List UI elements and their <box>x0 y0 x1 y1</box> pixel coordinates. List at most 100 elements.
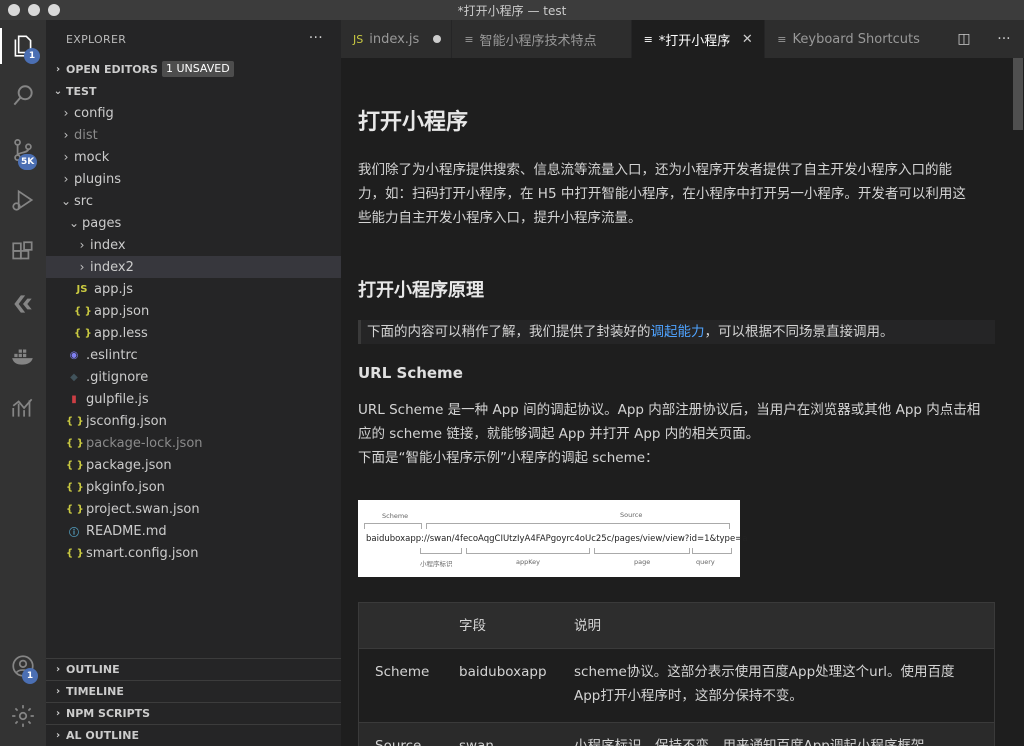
scheme-diagram-image: Scheme Source baiduboxapp://swan/4fecoAq… <box>358 500 748 577</box>
json-file-icon: { } <box>66 437 84 449</box>
workspace-section[interactable]: ⌄ TEST <box>46 80 341 102</box>
table-cell: 小程序标识，保持不变，用来通知百度App调起小程序框架 <box>574 738 925 746</box>
open-editors-section[interactable]: › OPEN EDITORS 1 UNSAVED <box>46 58 341 80</box>
chevron-right-icon: › <box>55 63 61 75</box>
chevron-right-icon: › <box>79 260 85 274</box>
run-debug-icon[interactable] <box>0 180 46 220</box>
appkey-label: appKey <box>516 558 541 566</box>
editor-tab[interactable]: JS index.js <box>341 20 453 58</box>
section-label: NPM SCRIPTS <box>66 707 151 720</box>
tree-file[interactable]: ◆ .gitignore <box>46 366 341 388</box>
tree-folder[interactable]: › index2 <box>46 256 341 278</box>
kendo-icon[interactable] <box>0 284 46 324</box>
intro-line: 力，如：扫码打开小程序，在 H5 中打开智能小程序，在小程序中打开另一小程序。开… <box>358 186 966 202</box>
table-cell: Source <box>375 738 422 746</box>
source-control-icon[interactable]: 5K <box>0 130 46 170</box>
invoke-ability-link[interactable]: 调起能力 <box>651 324 705 340</box>
tree-file[interactable]: { } package-lock.json <box>46 432 341 454</box>
tree-item-label: pkginfo.json <box>86 479 165 495</box>
tree-file[interactable]: ▮ gulpfile.js <box>46 388 341 410</box>
editor-actions: ◫ ··· <box>944 20 1024 58</box>
tree-file[interactable]: ⓘ README.md <box>46 520 341 542</box>
scheme-url: baiduboxapp://swan/4fecoAqgCIUtzIyA4FAPg… <box>366 534 748 544</box>
tree-item-label: .gitignore <box>86 369 149 385</box>
tree-file[interactable]: { } jsconfig.json <box>46 410 341 432</box>
json-file-icon: { } <box>74 305 92 317</box>
tree-file[interactable]: ◉ .eslintrc <box>46 344 341 366</box>
section-al-outline[interactable]: › AL OUTLINE <box>46 724 341 746</box>
tree-item-label: plugins <box>74 171 121 187</box>
more-actions-icon[interactable]: ··· <box>997 31 1010 47</box>
account-icon[interactable]: 1 <box>0 646 46 686</box>
tree-folder[interactable]: › mock <box>46 146 341 168</box>
window-title: *打开小程序 — test <box>457 4 567 18</box>
table-header-cell: 字段 <box>459 618 486 634</box>
scrollbar-thumb[interactable] <box>1013 58 1023 130</box>
editor-tab[interactable]: ≡ Keyboard Shortcuts <box>765 20 955 58</box>
tree-item-label: pages <box>82 215 122 231</box>
section-heading: 打开小程序原理 <box>358 280 484 301</box>
search-icon[interactable] <box>0 76 46 116</box>
tree-folder[interactable]: › config <box>46 102 341 124</box>
explorer-more-actions-icon[interactable]: ··· <box>309 30 323 46</box>
tree-item-label: index <box>90 237 126 253</box>
editor-tab[interactable]: ≡ 智能小程序技术特点 <box>452 20 632 58</box>
page-label: page <box>634 558 651 566</box>
json-file-icon: { } <box>66 547 84 559</box>
tree-item-label: app.less <box>94 325 148 341</box>
chevron-right-icon: › <box>63 150 69 164</box>
file-tree: › config › dist › mock › plugins ⌄ src ⌄ pages › inde… <box>46 102 341 564</box>
tree-folder[interactable]: › plugins <box>46 168 341 190</box>
explorer-badge: 1 <box>24 48 40 64</box>
open-editors-label: OPEN EDITORS <box>66 62 158 76</box>
json-file-icon: { } <box>66 459 84 471</box>
tree-file[interactable]: { } app.json <box>46 300 341 322</box>
close-tab-icon[interactable]: ✕ <box>740 32 754 47</box>
json-file-icon: { } <box>66 503 84 515</box>
tree-folder[interactable]: ⌄ pages <box>46 212 341 234</box>
section-label: AL OUTLINE <box>66 729 139 742</box>
tree-file[interactable]: JS app.js <box>46 278 341 300</box>
markdown-preview-icon: ≡ <box>464 32 474 46</box>
table-row: Source swan 小程序标识，保持不变，用来通知百度App调起小程序框架 <box>358 723 995 746</box>
tree-item-label: project.swan.json <box>86 501 200 517</box>
section-npm-scripts[interactable]: › NPM SCRIPTS <box>46 702 341 724</box>
tree-file[interactable]: { } project.swan.json <box>46 498 341 520</box>
tree-item-label: dist <box>74 127 98 143</box>
appname-brace <box>420 548 462 554</box>
tab-label: index.js <box>369 31 420 47</box>
preview-scrollbar[interactable] <box>1011 58 1024 746</box>
javascript-file-icon: JS <box>76 283 88 295</box>
table-cell: swan <box>459 738 494 746</box>
editor-tab[interactable]: ≡ *打开小程序 ✕ <box>631 20 766 58</box>
chevron-right-icon: › <box>55 730 61 741</box>
tree-folder[interactable]: ⌄ src <box>46 190 341 212</box>
tree-item-label: package.json <box>86 457 172 473</box>
tree-item-label: app.js <box>94 281 133 297</box>
tree-folder[interactable]: › dist <box>46 124 341 146</box>
analytics-icon[interactable] <box>0 388 46 428</box>
extensions-icon[interactable] <box>0 232 46 272</box>
docker-icon[interactable] <box>0 336 46 376</box>
settings-gear-icon[interactable] <box>0 696 46 736</box>
table-cell: App打开小程序时，这部分保持不变。 <box>574 688 803 704</box>
tab-label: *打开小程序 <box>658 33 731 49</box>
chevron-right-icon: › <box>63 106 69 120</box>
tree-file[interactable]: { } app.less <box>46 322 341 344</box>
markdown-preview-icon: ≡ <box>777 32 787 46</box>
unsaved-dot-icon[interactable] <box>433 35 442 43</box>
tree-file[interactable]: { } package.json <box>46 454 341 476</box>
section-outline[interactable]: › OUTLINE <box>46 658 341 680</box>
tree-file[interactable]: { } pkginfo.json <box>46 476 341 498</box>
section-timeline[interactable]: › TIMELINE <box>46 680 341 702</box>
scheme-brace <box>364 523 422 529</box>
tree-item-label: app.json <box>94 303 150 319</box>
split-editor-icon[interactable]: ◫ <box>957 31 970 47</box>
title-bar: *打开小程序 — test <box>0 0 1024 20</box>
tree-file[interactable]: { } smart.config.json <box>46 542 341 564</box>
intro-line: 我们除了为小程序提供搜索、信息流等流量入口，还为小程序开发者提供了自主开发小程序… <box>358 162 952 178</box>
source-control-badge: 5K <box>18 154 38 170</box>
explorer-icon[interactable]: 1 <box>0 26 46 66</box>
chevron-down-icon: ⌄ <box>53 85 63 97</box>
tree-folder[interactable]: › index <box>46 234 341 256</box>
